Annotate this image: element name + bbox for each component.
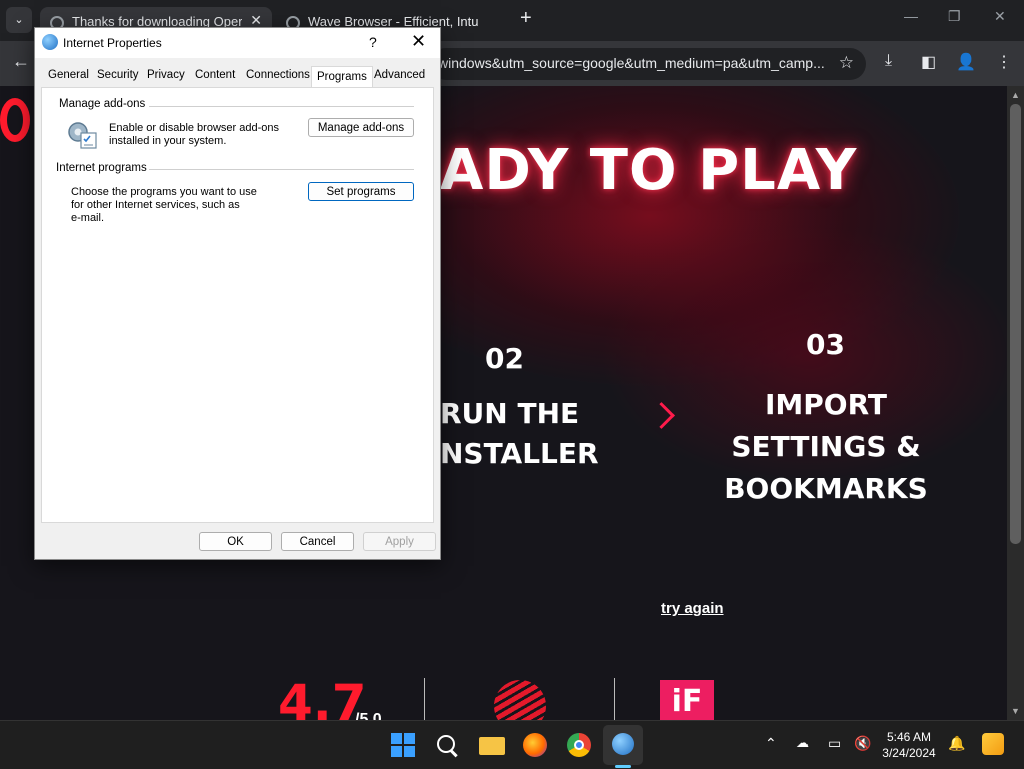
group-divider xyxy=(149,169,414,170)
volume-muted-icon[interactable]: 🔇 xyxy=(854,735,871,752)
windows-logo-icon xyxy=(404,746,415,757)
set-programs-button[interactable]: Set programs xyxy=(308,182,414,201)
description-line: installed in your system. xyxy=(109,135,227,147)
menu-icon[interactable]: ⋮ xyxy=(996,52,1012,72)
address-bar[interactable]: windows&utm_source=google&utm_medium=pa&… xyxy=(430,48,866,80)
internet-options-icon xyxy=(612,733,634,755)
divider xyxy=(424,678,425,720)
manage-addons-button[interactable]: Manage add-ons xyxy=(308,118,414,137)
tray-overflow-chevron-icon[interactable]: ⌃ xyxy=(765,735,777,752)
description-line: for other Internet services, such as xyxy=(71,199,240,211)
step-2-line: NSTALLER xyxy=(440,437,599,470)
scrollbar-thumb[interactable] xyxy=(1010,104,1021,544)
dialog-close-button[interactable]: ✕ xyxy=(411,31,426,52)
step-3-text: IMPORT SETTINGS & BOOKMARKS xyxy=(716,384,936,510)
addons-description: Enable or disable browser add-ons instal… xyxy=(109,122,279,148)
step-2-line: RUN THE xyxy=(440,397,580,430)
window-close-button[interactable]: ✕ xyxy=(994,8,1006,25)
file-explorer-icon[interactable] xyxy=(479,737,505,755)
tab-programs[interactable]: Programs xyxy=(311,66,373,88)
firefox-icon[interactable] xyxy=(523,733,547,757)
dialog-title: Internet Properties xyxy=(63,36,162,50)
minimize-button[interactable]: — xyxy=(904,8,918,24)
new-tab-button[interactable]: + xyxy=(520,7,532,30)
download-icon[interactable]: ⤓ xyxy=(885,52,892,70)
search-icon xyxy=(437,735,455,753)
page-scrollbar[interactable]: ▲ ▼ xyxy=(1007,86,1024,720)
back-arrow-icon[interactable]: ← xyxy=(12,51,30,72)
notification-bell-icon[interactable]: 🔔 xyxy=(948,735,965,752)
programs-panel: Manage add-ons Enable or disable browser… xyxy=(41,87,434,523)
windows-taskbar: ⌃ ☁ ▭ 🔇 5:46 AM 3/24/2024 🔔 xyxy=(0,720,1024,769)
step-3-line: SETTINGS & xyxy=(731,430,921,463)
step-3-line: BOOKMARKS xyxy=(724,472,928,505)
display-icon[interactable]: ▭ xyxy=(828,735,841,752)
maximize-button[interactable]: ❐ xyxy=(948,8,961,25)
cancel-button[interactable]: Cancel xyxy=(281,532,354,551)
taskbar-clock[interactable]: 5:46 AM 3/24/2024 xyxy=(878,729,940,761)
group-divider xyxy=(149,106,414,107)
windows-logo-icon xyxy=(391,733,402,744)
url-text[interactable]: windows&utm_source=google&utm_medium=pa&… xyxy=(438,55,830,71)
divider xyxy=(614,678,615,720)
help-button[interactable]: ? xyxy=(369,34,377,50)
windows-logo-icon xyxy=(391,746,402,757)
internet-properties-dialog: Internet Properties ? ✕ General Security… xyxy=(34,27,441,560)
step-number: 03 xyxy=(806,328,845,361)
copilot-pre-icon[interactable] xyxy=(982,733,1004,755)
step-3-line: IMPORT xyxy=(764,388,887,421)
clock-time: 5:46 AM xyxy=(886,730,932,744)
onedrive-offline-icon[interactable]: ☁ xyxy=(796,735,809,751)
internet-programs-group-label: Internet programs xyxy=(56,162,147,174)
start-button[interactable] xyxy=(391,733,417,757)
opera-logo[interactable] xyxy=(0,98,30,142)
ok-button[interactable]: OK xyxy=(199,532,272,551)
globe-settings-icon xyxy=(42,34,58,50)
step-number: 02 xyxy=(485,342,524,375)
chevron-down-icon: ⌄ xyxy=(14,14,24,26)
description-line: Enable or disable browser add-ons xyxy=(109,122,279,134)
chrome-icon[interactable] xyxy=(567,733,591,757)
description-line: Choose the programs you want to use xyxy=(71,186,257,198)
profile-icon[interactable]: 👤 xyxy=(956,52,976,72)
clock-date: 3/24/2024 xyxy=(882,746,936,760)
tab-connections[interactable]: Connections xyxy=(246,69,310,81)
hero-heading: ADY TO PLAY xyxy=(440,138,858,203)
scroll-down-icon[interactable]: ▼ xyxy=(1011,706,1020,716)
apply-button[interactable]: Apply xyxy=(363,532,436,551)
programs-description: Choose the programs you want to use for … xyxy=(71,186,257,225)
manage-addons-group-label: Manage add-ons xyxy=(59,98,146,110)
dialog-titlebar[interactable]: Internet Properties ? ✕ xyxy=(35,28,440,58)
tab-search-button[interactable]: ⌄ xyxy=(6,7,32,33)
search-button[interactable] xyxy=(434,733,460,757)
tab-security[interactable]: Security xyxy=(97,69,139,81)
tab-general[interactable]: General xyxy=(48,69,89,81)
addons-gear-icon xyxy=(68,122,97,149)
rating-scale: /5.0 xyxy=(355,711,382,720)
scroll-up-icon[interactable]: ▲ xyxy=(1011,90,1020,100)
windows-logo-icon xyxy=(404,733,415,744)
bookmark-star-icon[interactable]: ☆ xyxy=(839,53,854,73)
tab-privacy[interactable]: Privacy xyxy=(147,69,185,81)
step-2-text: RUN THE NSTALLER xyxy=(440,394,599,474)
rating-value: 4.7 xyxy=(278,674,367,720)
red-dot-award-logo xyxy=(494,680,546,720)
description-line: e-mail. xyxy=(71,212,105,224)
side-panel-icon[interactable]: ◧ xyxy=(921,52,936,72)
try-again-link[interactable]: try again xyxy=(661,600,724,617)
tab-content[interactable]: Content xyxy=(195,69,235,81)
if-award-logo: iF xyxy=(660,680,714,720)
tab-advanced[interactable]: Advanced xyxy=(374,69,425,81)
